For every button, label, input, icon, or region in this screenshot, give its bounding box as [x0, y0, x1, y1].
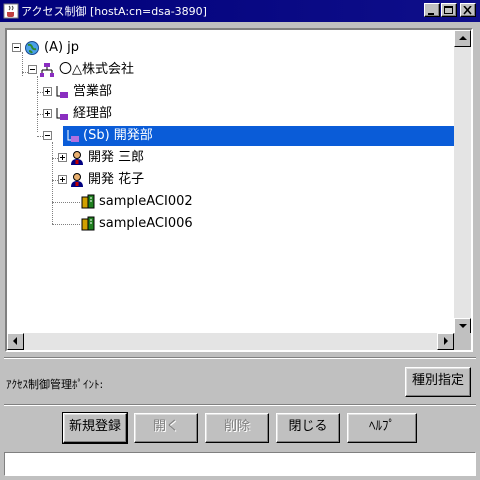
scroll-left-button[interactable]: [7, 333, 24, 350]
maximize-icon: [444, 6, 453, 14]
horizontal-scrollbar[interactable]: [7, 333, 454, 350]
tree-line: [52, 224, 80, 226]
vertical-scrollbar[interactable]: [454, 30, 471, 335]
expand-toggle[interactable]: [58, 153, 67, 162]
register-button[interactable]: 新規登録: [62, 412, 128, 444]
person-icon: [71, 173, 83, 187]
tree-node-aci-006[interactable]: sampleACI006: [97, 215, 195, 232]
tree-node-accounting[interactable]: 経理部: [71, 105, 114, 122]
open-button[interactable]: 開く: [134, 413, 198, 443]
close-icon: [463, 6, 472, 15]
expand-toggle[interactable]: [43, 87, 52, 96]
collapse-toggle[interactable]: [12, 43, 21, 52]
scroll-right-button[interactable]: [437, 333, 454, 350]
java-cup-icon: [3, 3, 19, 19]
scroll-corner: [454, 333, 471, 350]
org-unit-icon: [56, 86, 68, 98]
scroll-up-button[interactable]: [454, 30, 471, 47]
separator: [4, 404, 476, 406]
person-icon: [71, 151, 83, 165]
delete-button[interactable]: 削除: [205, 413, 269, 443]
org-unit-icon: [67, 130, 79, 142]
access-control-point-label: ｱｸｾｽ制御管理ﾎﾟｲﾝﾄ:: [6, 378, 104, 391]
expand-toggle[interactable]: [43, 109, 52, 118]
tree-node-company[interactable]: 〇△株式会社: [57, 61, 136, 78]
window-title: アクセス制御 [hostA:cn=dsa-3890]: [21, 5, 207, 18]
directory-tree[interactable]: (A) jp 〇△株式会社 営業部 経理部 (Sb) 開発部 開発 三郎 開発 …: [5, 28, 473, 352]
tree-node-person-hanako[interactable]: 開発 花子: [86, 171, 146, 188]
collapse-toggle[interactable]: [28, 65, 37, 74]
maximize-button[interactable]: [441, 3, 457, 17]
expand-toggle[interactable]: [58, 175, 67, 184]
arrow-down-icon: [459, 324, 467, 328]
separator: [4, 357, 476, 359]
tree-node-development[interactable]: (Sb) 開発部: [81, 127, 155, 144]
collapse-toggle[interactable]: [43, 131, 52, 140]
tree-line: [52, 202, 80, 204]
arrow-up-icon: [459, 36, 467, 40]
status-bar: [4, 452, 476, 476]
organization-icon: [40, 63, 54, 77]
tree-node-person-saburo[interactable]: 開発 三郎: [86, 149, 146, 166]
tree-node-sales[interactable]: 営業部: [71, 83, 114, 100]
tree-line: [37, 76, 39, 132]
tree-node-jp[interactable]: (A) jp: [42, 39, 81, 56]
title-bar: アクセス制御 [hostA:cn=dsa-3890]: [0, 0, 480, 22]
tree-line: [52, 142, 54, 224]
org-unit-icon: [56, 108, 68, 120]
close-window-button[interactable]: [460, 3, 476, 17]
aci-icon: [81, 216, 95, 231]
globe-icon: [25, 41, 39, 55]
aci-icon: [81, 194, 95, 209]
arrow-left-icon: [13, 337, 17, 345]
minimize-button[interactable]: [424, 3, 440, 17]
close-button[interactable]: 閉じる: [276, 413, 340, 443]
kind-specify-button[interactable]: 種別指定: [405, 367, 471, 397]
tree-node-aci-002[interactable]: sampleACI002: [97, 193, 195, 210]
minimize-icon: [428, 13, 434, 15]
help-button[interactable]: ﾍﾙﾌﾟ: [347, 413, 417, 443]
arrow-right-icon: [444, 337, 448, 345]
